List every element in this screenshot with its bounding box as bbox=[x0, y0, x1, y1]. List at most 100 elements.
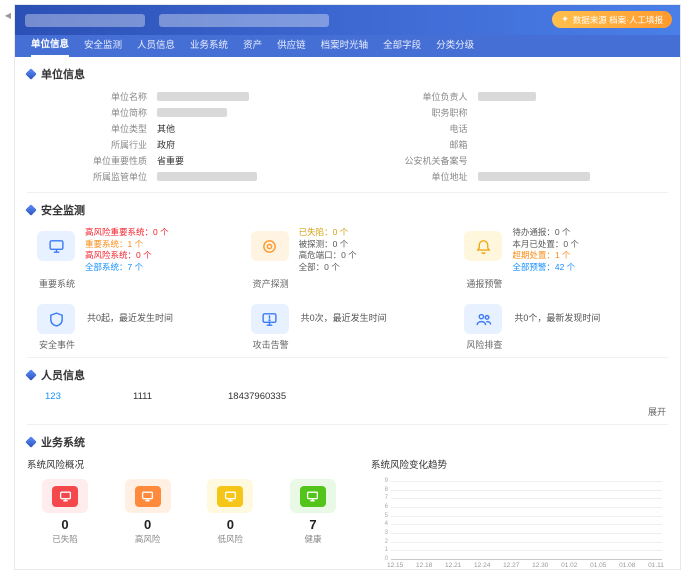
risk-overview-title: 系统风险概况 bbox=[27, 455, 357, 477]
notifications-card[interactable]: 待办通报：0 个 本月已处置：0 个 超期处置：1 个 全部预警：42 个 bbox=[454, 223, 668, 275]
tab-classification[interactable]: 分类分级 bbox=[436, 36, 474, 56]
card-risk-inspection: 共0个，最新发现时间 风险排查 bbox=[454, 296, 668, 357]
card-caption: 风险排查 bbox=[454, 336, 668, 357]
radar-icon bbox=[251, 231, 289, 261]
redacted-value bbox=[157, 108, 227, 117]
sparkles-icon: ✦ bbox=[561, 14, 569, 25]
monitor-icon bbox=[125, 479, 171, 513]
risk-stat-value: 0 bbox=[194, 516, 266, 533]
risk-stat-label: 健康 bbox=[277, 533, 349, 545]
field-label: 职务职称 bbox=[348, 106, 478, 119]
stat-line: 全部系统：7 个 bbox=[85, 262, 169, 274]
redacted-value bbox=[157, 172, 257, 181]
tab-assets[interactable]: 资产 bbox=[243, 36, 262, 56]
field-label: 单位负责人 bbox=[348, 90, 478, 103]
stat-line: 全部：0 个 bbox=[299, 262, 357, 274]
shield-icon bbox=[37, 304, 75, 334]
field-unit-name: 单位名称 bbox=[27, 89, 348, 104]
risk-stat-healthy[interactable]: 7 健康 bbox=[277, 479, 349, 545]
card-caption: 通报预警 bbox=[454, 275, 668, 296]
security-event-cards: 共0起，最近发生时间 安全事件 共0次，最近发生时间 攻击告警 bbox=[27, 296, 668, 357]
field-label: 单位重要性质 bbox=[27, 154, 157, 167]
risk-stat-low[interactable]: 0 低风险 bbox=[194, 479, 266, 545]
trend-chart-xlabels: 12.1512.1812.2112.2412.2712.3001.0201.05… bbox=[387, 562, 664, 569]
tab-security-monitor[interactable]: 安全监测 bbox=[84, 36, 122, 56]
stat-line: 全部预警：42 个 bbox=[512, 262, 579, 274]
attack-alerts-card[interactable]: 共0次，最近发生时间 bbox=[241, 296, 455, 336]
risk-stat-compromised[interactable]: 0 已失陷 bbox=[29, 479, 101, 545]
field-label: 单位简称 bbox=[27, 106, 157, 119]
stat-line: 高风险重要系统：0 个 bbox=[85, 227, 169, 239]
section-security: 安全监测 高风险重要系统：0 个 重要系统：1 个 高风险系统：0 个 bbox=[27, 192, 668, 357]
card-caption: 安全事件 bbox=[27, 336, 241, 357]
section-header: 人员信息 bbox=[27, 360, 668, 388]
stat-lines: 待办通报：0 个 本月已处置：0 个 超期处置：1 个 全部预警：42 个 bbox=[512, 227, 579, 273]
nav-tabs: 单位信息 安全监测 人员信息 业务系统 资产 供应链 档案时光轴 全部字段 分类… bbox=[15, 35, 680, 57]
risk-stat-label: 低风险 bbox=[194, 533, 266, 545]
stat-lines: 高风险重要系统：0 个 重要系统：1 个 高风险系统：0 个 全部系统：7 个 bbox=[85, 227, 169, 273]
field-unit-head: 单位负责人 bbox=[348, 89, 669, 104]
stat-line: 已失陷：0 个 bbox=[299, 227, 357, 239]
field-industry: 所属行业政府 bbox=[27, 137, 348, 152]
field-label: 单位名称 bbox=[27, 90, 157, 103]
risk-stats: 0 已失陷 0 高风险 0 低风险 bbox=[27, 477, 357, 549]
stat-line: 高危端口：0 个 bbox=[299, 250, 357, 262]
risk-inspection-card[interactable]: 共0个，最新发现时间 bbox=[454, 296, 668, 336]
security-events-card[interactable]: 共0起，最近发生时间 bbox=[27, 296, 241, 336]
field-label: 所属行业 bbox=[27, 138, 157, 151]
section-header: 单位信息 bbox=[27, 59, 668, 87]
tab-archive-timeline[interactable]: 档案时光轴 bbox=[321, 36, 369, 56]
tab-personnel[interactable]: 人员信息 bbox=[137, 36, 175, 56]
field-value: 政府 bbox=[157, 138, 175, 151]
risk-overview: 系统风险概况 0 已失陷 0 高风险 bbox=[27, 455, 357, 570]
top-banner: ✦ 数据来源 档案·人工填报 bbox=[15, 5, 680, 35]
risk-stat-value: 7 bbox=[277, 516, 349, 533]
expand-toggle[interactable]: 展开 bbox=[27, 403, 668, 424]
field-value: 其他 bbox=[157, 122, 175, 135]
section-personnel: 人员信息 123 1111 18437960335 展开 bbox=[27, 357, 668, 424]
field-label: 单位地址 bbox=[348, 170, 478, 183]
field-label: 电话 bbox=[348, 122, 478, 135]
field-label: 单位类型 bbox=[27, 122, 157, 135]
people-icon bbox=[464, 304, 502, 334]
card-asset-detect: 已失陷：0 个 被探测：0 个 高危端口：0 个 全部：0 个 资产探测 bbox=[241, 223, 455, 296]
stat-line: 本月已处置：0 个 bbox=[512, 239, 579, 251]
tab-all-fields[interactable]: 全部字段 bbox=[383, 36, 421, 56]
asset-detect-card[interactable]: 已失陷：0 个 被探测：0 个 高危端口：0 个 全部：0 个 bbox=[241, 223, 455, 275]
tab-unit-info[interactable]: 单位信息 bbox=[31, 35, 69, 57]
event-text: 共0个，最新发现时间 bbox=[514, 311, 600, 324]
event-text: 共0次，最近发生时间 bbox=[301, 311, 387, 324]
section-header: 业务系统 bbox=[27, 427, 668, 455]
section-marker-icon bbox=[25, 204, 36, 215]
card-caption: 重要系统 bbox=[27, 275, 241, 296]
unit-info-form: 单位名称 单位负责人 单位简称 职务职称 单位类型其他 电话 所属行业政府 邮箱… bbox=[27, 87, 668, 192]
field-job-title: 职务职称 bbox=[348, 105, 669, 120]
data-source-label: 数据来源 档案·人工填报 bbox=[573, 14, 663, 26]
section-business-systems: 业务系统 系统风险概况 0 已失陷 bbox=[27, 424, 668, 570]
person-row: 123 1111 18437960335 bbox=[27, 388, 668, 403]
section-unit-info: 单位信息 单位名称 单位负责人 单位简称 职务职称 单位类型其他 电话 所属行业… bbox=[27, 57, 668, 192]
redacted-value bbox=[478, 172, 590, 181]
tab-business-systems[interactable]: 业务系统 bbox=[190, 36, 228, 56]
dashboard-frame: ✦ 数据来源 档案·人工填报 单位信息 安全监测 人员信息 业务系统 资产 供应… bbox=[14, 4, 681, 570]
person-id: 1111 bbox=[133, 391, 228, 402]
person-name-link[interactable]: 123 bbox=[45, 391, 133, 402]
section-title: 人员信息 bbox=[41, 367, 85, 383]
risk-stat-label: 高风险 bbox=[112, 533, 184, 545]
redacted-value bbox=[157, 92, 249, 101]
data-source-badge[interactable]: ✦ 数据来源 档案·人工填报 bbox=[552, 11, 672, 28]
tab-supply-chain[interactable]: 供应链 bbox=[277, 36, 306, 56]
risk-trend: 系统风险变化趋势 0123456789 12.1512.1812.2112.24… bbox=[371, 455, 668, 570]
field-label: 公安机关备案号 bbox=[348, 154, 478, 167]
card-security-events: 共0起，最近发生时间 安全事件 bbox=[27, 296, 241, 357]
important-systems-card[interactable]: 高风险重要系统：0 个 重要系统：1 个 高风险系统：0 个 全部系统：7 个 bbox=[27, 223, 241, 275]
field-police-record-no: 公安机关备案号 bbox=[348, 153, 669, 168]
back-button[interactable]: ◀ bbox=[2, 8, 14, 22]
section-title: 业务系统 bbox=[41, 434, 85, 450]
section-marker-icon bbox=[25, 369, 36, 380]
section-title: 安全监测 bbox=[41, 202, 85, 218]
monitor-icon bbox=[290, 479, 336, 513]
trend-chart-grid: 0123456789 bbox=[375, 481, 666, 559]
risk-stat-high[interactable]: 0 高风险 bbox=[112, 479, 184, 545]
field-unit-short-name: 单位简称 bbox=[27, 105, 348, 120]
